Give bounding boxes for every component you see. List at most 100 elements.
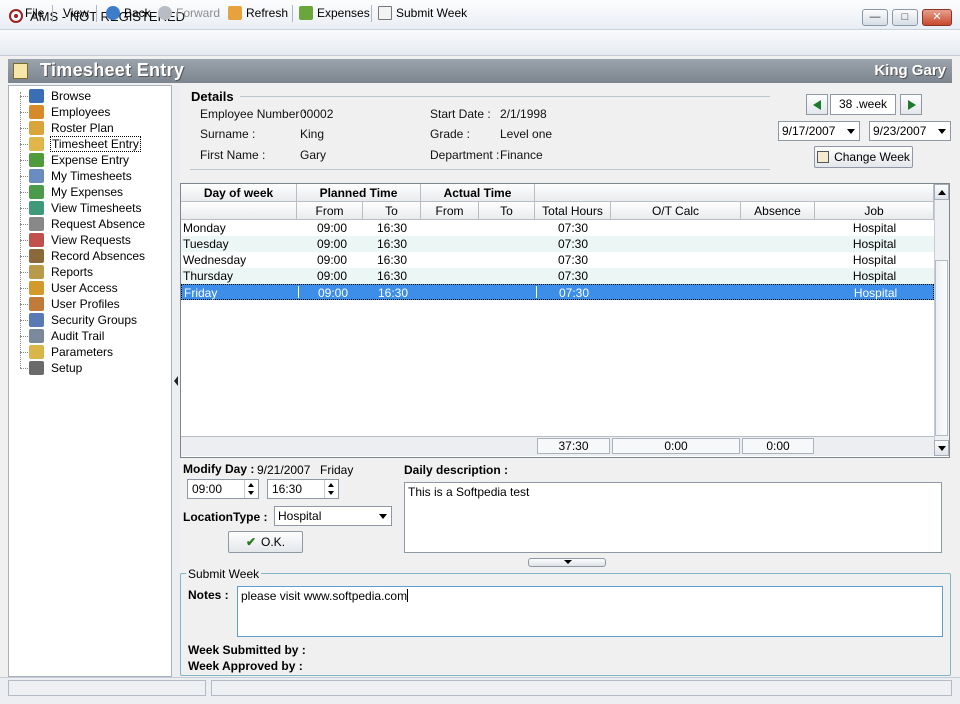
table-row[interactable]: Monday 09:00 16:30 07:30 Hospital [181, 220, 934, 236]
minimize-button[interactable]: — [862, 9, 888, 26]
chevron-down-icon[interactable] [842, 122, 859, 140]
expenses-button[interactable]: Expenses [299, 4, 370, 23]
ok-button[interactable]: ✔ O.K. [228, 531, 303, 553]
cell-ot[interactable] [611, 268, 741, 284]
cell-day[interactable]: Thursday [183, 268, 295, 284]
tree-item-my-expenses[interactable]: My Expenses [20, 184, 170, 200]
from-time-input[interactable]: 09:00 [187, 479, 259, 499]
submit-week-button[interactable]: Submit Week [378, 4, 467, 23]
spin-icon[interactable] [244, 480, 258, 498]
cell-pto[interactable]: 16:30 [363, 236, 421, 252]
cell-ato[interactable] [479, 220, 535, 236]
grade-value: Level one [500, 127, 553, 141]
tree-item-view-timesheets[interactable]: View Timesheets [20, 200, 170, 216]
file-menu[interactable]: File [25, 4, 44, 23]
week-from-date[interactable]: 9/17/2007 [778, 121, 860, 141]
cell-afrom[interactable] [421, 220, 479, 236]
cell-pto[interactable]: 16:30 [363, 268, 421, 284]
next-week-button[interactable] [900, 94, 922, 115]
cell-total[interactable]: 07:30 [535, 220, 611, 236]
cell-day[interactable]: Tuesday [183, 236, 295, 252]
tree-item-my-timesheets[interactable]: My Timesheets [20, 168, 170, 184]
tree-item-reports[interactable]: Reports [20, 264, 170, 280]
cell-absence[interactable] [741, 268, 815, 284]
cell-afrom[interactable] [421, 236, 479, 252]
tree-item-expense-entry[interactable]: Expense Entry [20, 152, 170, 168]
cell-ato[interactable] [480, 285, 536, 301]
table-row[interactable]: Friday 09:00 16:30 07:30 Hospital [181, 284, 934, 300]
cell-job[interactable]: Hospital [815, 268, 934, 284]
tree-item-roster-plan[interactable]: Roster Plan [20, 120, 170, 136]
cell-pto[interactable]: 16:30 [364, 285, 422, 301]
cell-pfrom[interactable]: 09:00 [299, 220, 365, 236]
tree-item-audit-trail[interactable]: Audit Trail [20, 328, 170, 344]
cell-afrom[interactable] [421, 252, 479, 268]
cell-job[interactable]: Hospital [815, 220, 934, 236]
cell-absence[interactable] [742, 285, 816, 301]
cell-pfrom[interactable]: 09:00 [299, 268, 365, 284]
location-type-select[interactable]: Hospital [274, 506, 392, 526]
table-row[interactable]: Tuesday 09:00 16:30 07:30 Hospital [181, 236, 934, 252]
tree-item-timesheet-entry[interactable]: Timesheet Entry [20, 136, 170, 152]
tree-item-user-access[interactable]: User Access [20, 280, 170, 296]
forward-button[interactable]: Forward [158, 4, 220, 23]
cell-pfrom[interactable]: 09:00 [300, 285, 366, 301]
scroll-down-button[interactable] [934, 440, 949, 456]
cell-ato[interactable] [479, 236, 535, 252]
back-button[interactable]: Back [106, 4, 151, 23]
chevron-down-icon[interactable] [933, 122, 950, 140]
cell-total[interactable]: 07:30 [535, 236, 611, 252]
tree-item-parameters[interactable]: Parameters [20, 344, 170, 360]
tree-item-setup[interactable]: Setup [20, 360, 170, 376]
cell-day[interactable]: Wednesday [183, 252, 295, 268]
cell-absence[interactable] [741, 236, 815, 252]
cell-day[interactable]: Friday [184, 285, 296, 301]
cell-job[interactable]: Hospital [815, 252, 934, 268]
scroll-thumb[interactable] [935, 260, 948, 436]
tree-item-request-absence[interactable]: Request Absence [20, 216, 170, 232]
to-time-input[interactable]: 16:30 [267, 479, 339, 499]
cell-total[interactable]: 07:30 [535, 268, 611, 284]
week-to-date[interactable]: 9/23/2007 [869, 121, 951, 141]
cell-ato[interactable] [479, 252, 535, 268]
collapse-left-icon[interactable] [174, 376, 178, 386]
cell-absence[interactable] [741, 252, 815, 268]
previous-week-button[interactable] [806, 94, 828, 115]
cell-afrom[interactable] [422, 285, 480, 301]
cell-ot[interactable] [612, 285, 742, 301]
change-week-button[interactable]: Change Week [814, 146, 913, 168]
cell-pto[interactable]: 16:30 [363, 252, 421, 268]
maximize-button[interactable]: □ [892, 9, 918, 26]
cell-pfrom[interactable]: 09:00 [299, 252, 365, 268]
cell-day[interactable]: Monday [183, 220, 295, 236]
tree-item-user-profiles[interactable]: User Profiles [20, 296, 170, 312]
cell-total[interactable]: 07:30 [536, 285, 612, 301]
cell-ot[interactable] [611, 252, 741, 268]
cell-ot[interactable] [611, 236, 741, 252]
notes-textarea[interactable]: please visit www.softpedia.com [237, 586, 943, 637]
tree-item-security-groups[interactable]: Security Groups [20, 312, 170, 328]
table-row[interactable]: Wednesday 09:00 16:30 07:30 Hospital [181, 252, 934, 268]
cell-job[interactable]: Hospital [815, 236, 934, 252]
cell-ato[interactable] [479, 268, 535, 284]
tree-item-employees[interactable]: Employees [20, 104, 170, 120]
cell-job[interactable]: Hospital [816, 285, 935, 301]
cell-ot[interactable] [611, 220, 741, 236]
cell-afrom[interactable] [421, 268, 479, 284]
spin-icon[interactable] [324, 480, 338, 498]
view-menu[interactable]: View [63, 4, 89, 23]
scroll-up-button[interactable] [934, 184, 949, 200]
tree-item-browse[interactable]: Browse [20, 88, 170, 104]
cell-pto[interactable]: 16:30 [363, 220, 421, 236]
cell-absence[interactable] [741, 220, 815, 236]
chevron-down-icon[interactable] [374, 507, 391, 525]
cell-pfrom[interactable]: 09:00 [299, 236, 365, 252]
refresh-button[interactable]: Refresh [228, 4, 288, 23]
collapse-panel-button[interactable] [528, 558, 606, 567]
cell-total[interactable]: 07:30 [535, 252, 611, 268]
close-button[interactable]: ✕ [922, 9, 952, 26]
tree-item-view-requests[interactable]: View Requests [20, 232, 170, 248]
daily-description-textarea[interactable]: This is a Softpedia test [404, 482, 942, 553]
table-row[interactable]: Thursday 09:00 16:30 07:30 Hospital [181, 268, 934, 284]
tree-item-record-absences[interactable]: Record Absences [20, 248, 170, 264]
